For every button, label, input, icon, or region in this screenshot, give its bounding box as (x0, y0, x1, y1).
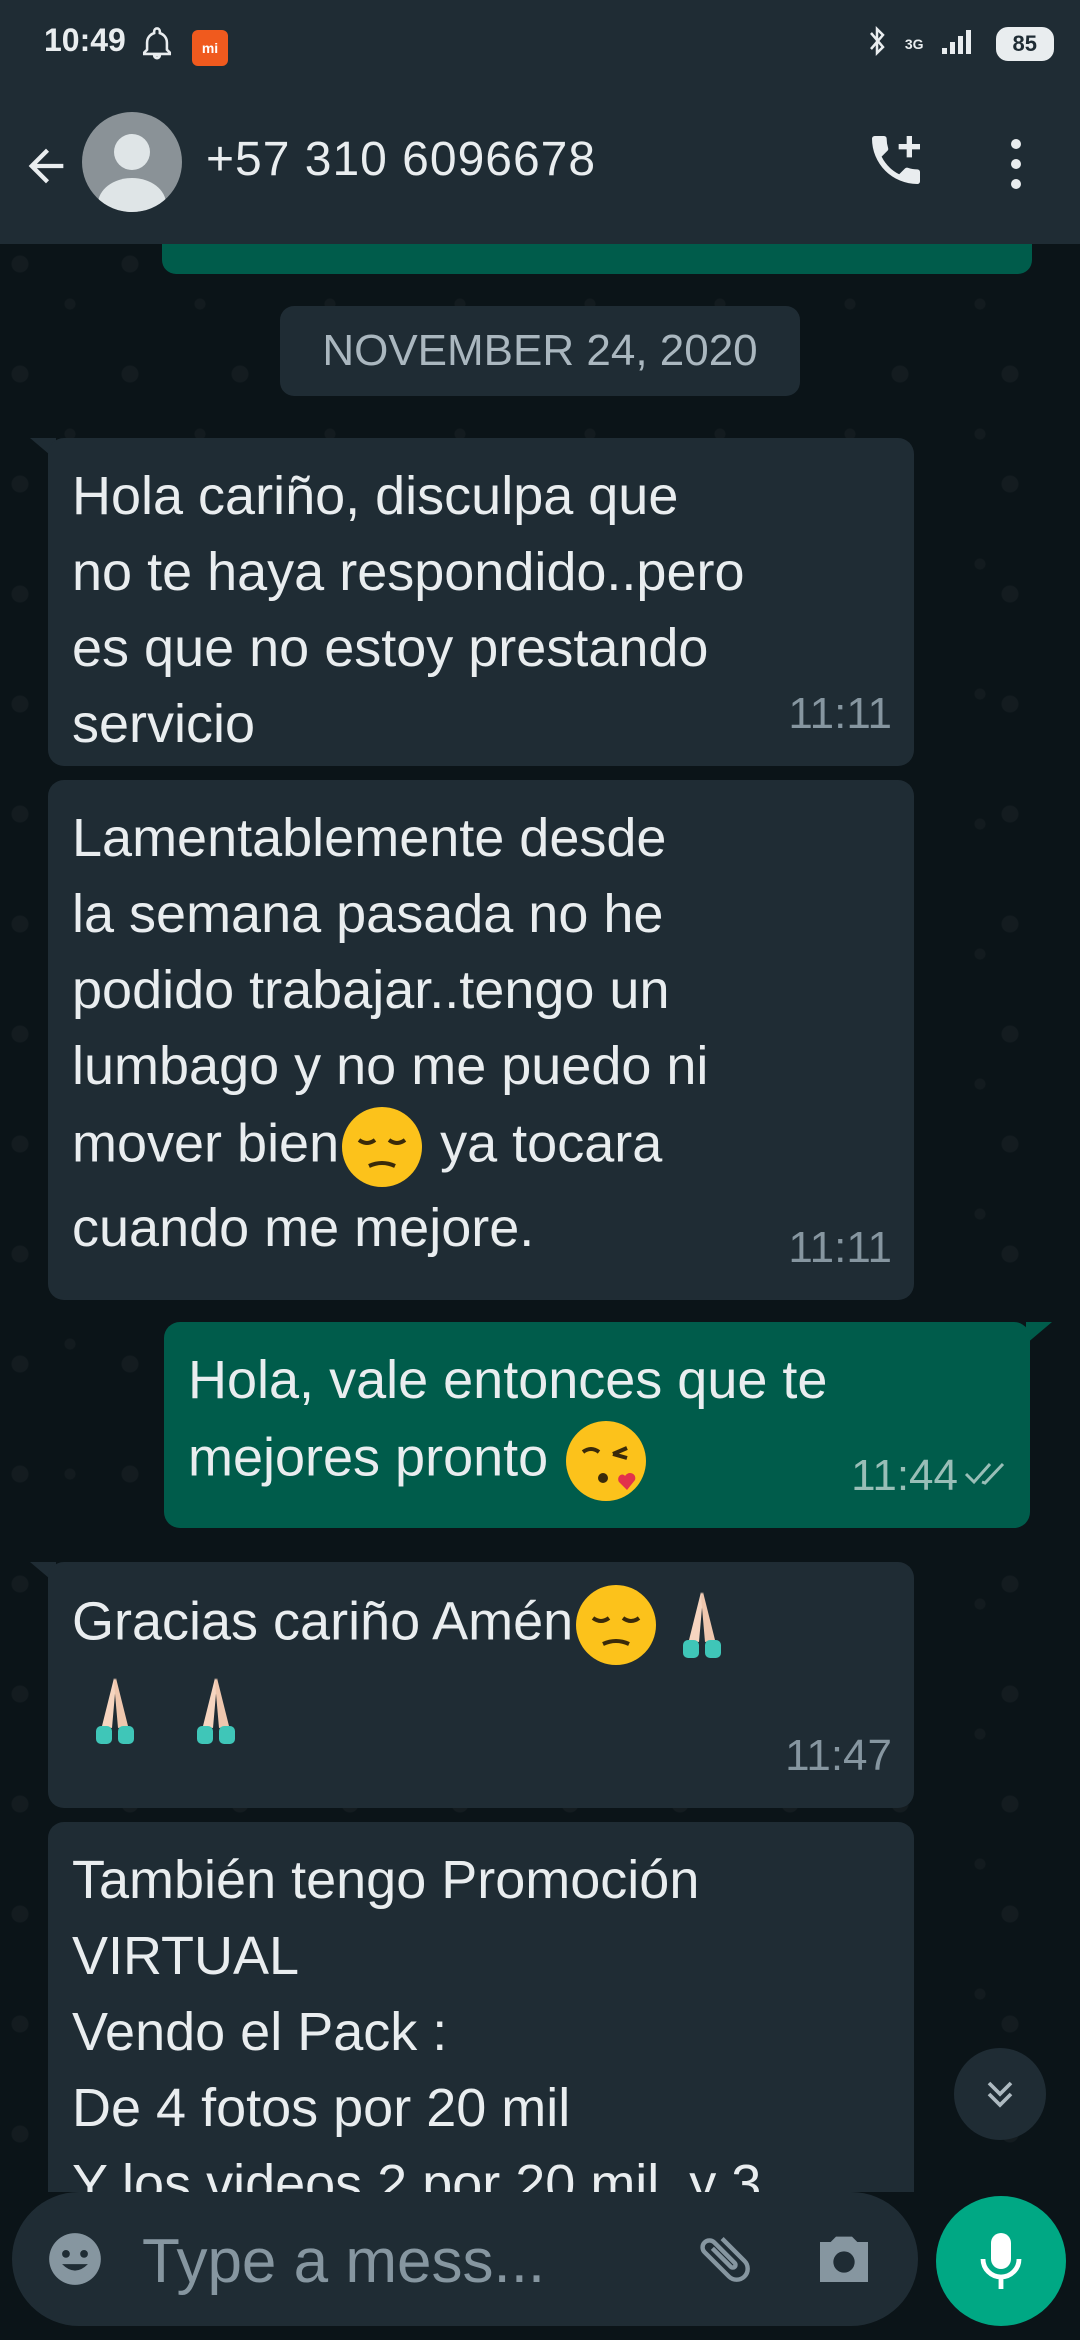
folded-hands-emoji-icon (72, 1668, 158, 1754)
mi-app-icon: mi (192, 30, 228, 66)
scroll-down-icon[interactable] (954, 2048, 1046, 2140)
message-time: 11:44 (851, 1451, 958, 1500)
read-receipt-icon (964, 1432, 1012, 1508)
message-time: 11:47 (785, 1731, 892, 1780)
avatar[interactable] (82, 112, 182, 212)
message-bubble-outgoing[interactable]: Hola, vale entonces que te mejores pront… (164, 1322, 1030, 1528)
date-separator: NOVEMBER 24, 2020 (280, 306, 800, 396)
message-text: También tengo Promoción VIRTUAL Vendo el… (72, 1850, 762, 2192)
face-blowing-kiss-emoji-icon (563, 1418, 649, 1504)
message-text: Lamentablemente desde la semana pasada n… (72, 800, 890, 1266)
message-composer (12, 2192, 918, 2326)
battery-level: 85 (995, 26, 1054, 61)
chat-header: +57 310 6096678 (0, 84, 1080, 244)
status-bar: 10:49 mi 3G 85 (0, 0, 1080, 84)
message-bubble-incoming[interactable]: También tengo Promoción VIRTUAL Vendo el… (48, 1822, 914, 2192)
folded-hands-emoji-icon (659, 1582, 745, 1668)
pensive-face-emoji-icon (339, 1104, 425, 1190)
bluetooth-icon (865, 24, 889, 63)
chat-area[interactable]: NOVEMBER 24, 2020 Hola cariño, disculpa … (0, 244, 1080, 2192)
status-time: 10:49 (44, 22, 126, 58)
camera-icon[interactable] (812, 2228, 876, 2293)
message-input[interactable] (140, 2220, 664, 2302)
message-text: Gracias cariño Amén (72, 1582, 890, 1754)
mic-icon[interactable] (936, 2196, 1066, 2326)
contact-name[interactable]: +57 310 6096678 (206, 132, 596, 187)
attach-icon[interactable] (692, 2226, 758, 2297)
message-bubble-incoming[interactable]: Gracias cariño Amén 11:47 (48, 1562, 914, 1808)
network-type: 3G (904, 35, 924, 52)
message-time: 11:11 (788, 1223, 892, 1272)
message-bubble-incoming[interactable]: Hola cariño, disculpa que no te haya res… (48, 438, 914, 766)
message-text-part: Hola, vale entonces que te mejores pront… (188, 1350, 828, 1488)
more-options-icon[interactable] (1000, 134, 1032, 199)
message-time: 11:11 (788, 689, 892, 738)
previous-message-bubble[interactable] (162, 244, 1032, 274)
message-text-part: Gracias cariño Amén (72, 1591, 574, 1652)
folded-hands-emoji-icon (173, 1668, 259, 1754)
signal-icon (940, 26, 980, 61)
add-call-icon[interactable] (864, 128, 928, 197)
emoji-icon[interactable] (44, 2228, 106, 2295)
notification-bell-icon (140, 26, 174, 67)
message-bubble-incoming[interactable]: Lamentablemente desde la semana pasada n… (48, 780, 914, 1300)
pensive-face-emoji-icon (573, 1582, 659, 1668)
message-text: Hola cariño, disculpa que no te haya res… (72, 466, 745, 754)
back-icon[interactable] (20, 140, 72, 197)
